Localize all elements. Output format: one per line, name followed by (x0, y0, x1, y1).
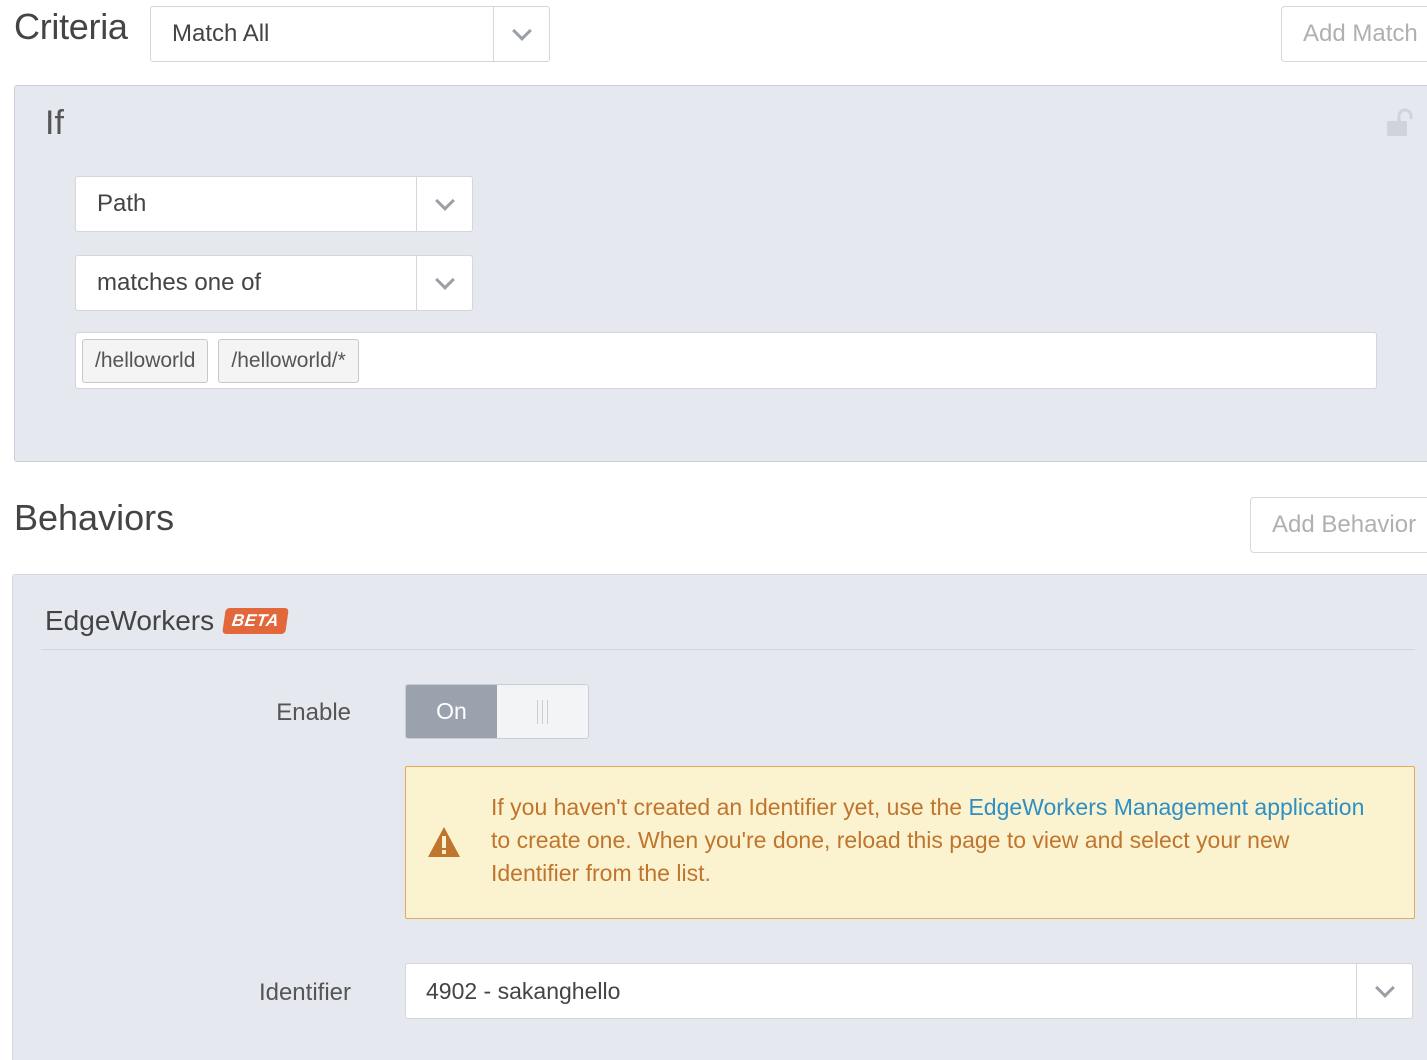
enable-label: Enable (276, 699, 351, 726)
chevron-down-icon (1374, 978, 1395, 998)
match-mode-select[interactable]: Match All (150, 6, 550, 62)
behavior-name: EdgeWorkers (45, 605, 215, 636)
enable-toggle[interactable]: On (405, 684, 589, 739)
condition-field-value: Path (97, 190, 147, 217)
if-condition-panel: If Path matches one of /helloworld /hell… (14, 85, 1427, 462)
chevron-down-icon (511, 21, 532, 41)
condition-field-dropdown-toggle[interactable] (416, 177, 472, 231)
beta-badge: BETA (222, 608, 289, 634)
divider (41, 649, 1415, 650)
warning-message: If you haven't created an Identifier yet… (491, 791, 1371, 890)
toggle-on-label[interactable]: On (406, 685, 497, 738)
condition-field-select[interactable]: Path (75, 176, 473, 232)
path-values-input[interactable]: /helloworld /helloworld/* (75, 332, 1377, 389)
chevron-down-icon (434, 270, 455, 290)
identifier-label: Identifier (258, 979, 351, 1006)
behaviors-heading: Behaviors (14, 497, 175, 538)
grip-line (547, 699, 548, 724)
grip-line (542, 699, 543, 724)
path-value-tag[interactable]: /helloworld (82, 338, 209, 383)
identifier-dropdown-toggle[interactable] (1356, 964, 1412, 1018)
if-label: If (45, 104, 64, 142)
match-mode-dropdown-toggle[interactable] (493, 7, 549, 61)
warning-text-after: to create one. When you're done, reload … (491, 827, 1290, 886)
edgeworkers-management-link[interactable]: EdgeWorkers Management application (968, 794, 1364, 820)
identifier-select[interactable]: 4902 - sakanghello (405, 963, 1413, 1019)
condition-operator-dropdown-toggle[interactable] (416, 256, 472, 310)
warning-icon (428, 827, 460, 857)
add-match-button[interactable]: Add Match (1281, 6, 1427, 62)
add-behavior-button[interactable]: Add Behavior (1250, 497, 1427, 553)
path-value-tag[interactable]: /helloworld/* (218, 338, 359, 383)
match-mode-value: Match All (172, 20, 270, 47)
edgeworkers-behavior-panel: EdgeWorkers BETA Enable On If you haven'… (12, 574, 1427, 1060)
behavior-title: EdgeWorkers BETA (45, 605, 289, 637)
condition-operator-select[interactable]: matches one of (75, 255, 473, 311)
identifier-value: 4902 - sakanghello (426, 977, 621, 1004)
lock-icon[interactable] (1385, 108, 1413, 138)
chevron-down-icon (434, 191, 455, 211)
rule-editor: Criteria Match All Add Match If Path mat… (0, 0, 1427, 1060)
criteria-heading: Criteria (14, 6, 128, 47)
condition-operator-value: matches one of (97, 269, 262, 296)
toggle-handle[interactable] (497, 685, 588, 738)
grip-line (537, 699, 538, 724)
identifier-warning-alert: If you haven't created an Identifier yet… (405, 766, 1415, 919)
warning-text-before: If you haven't created an Identifier yet… (491, 794, 969, 820)
